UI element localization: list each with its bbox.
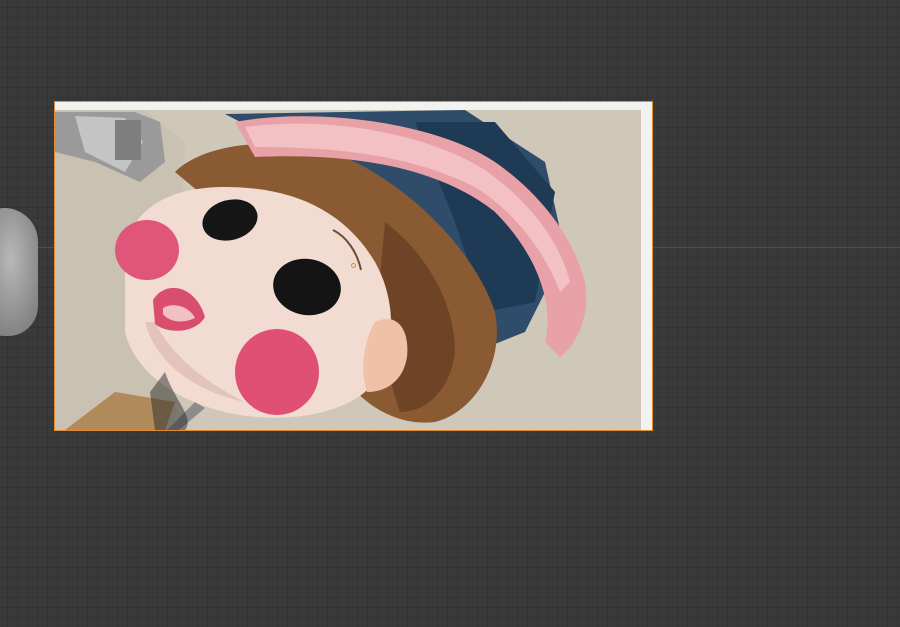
origin-point-icon[interactable] <box>351 263 356 268</box>
3d-viewport[interactable] <box>0 0 900 627</box>
side-mesh-object[interactable] <box>0 208 38 336</box>
